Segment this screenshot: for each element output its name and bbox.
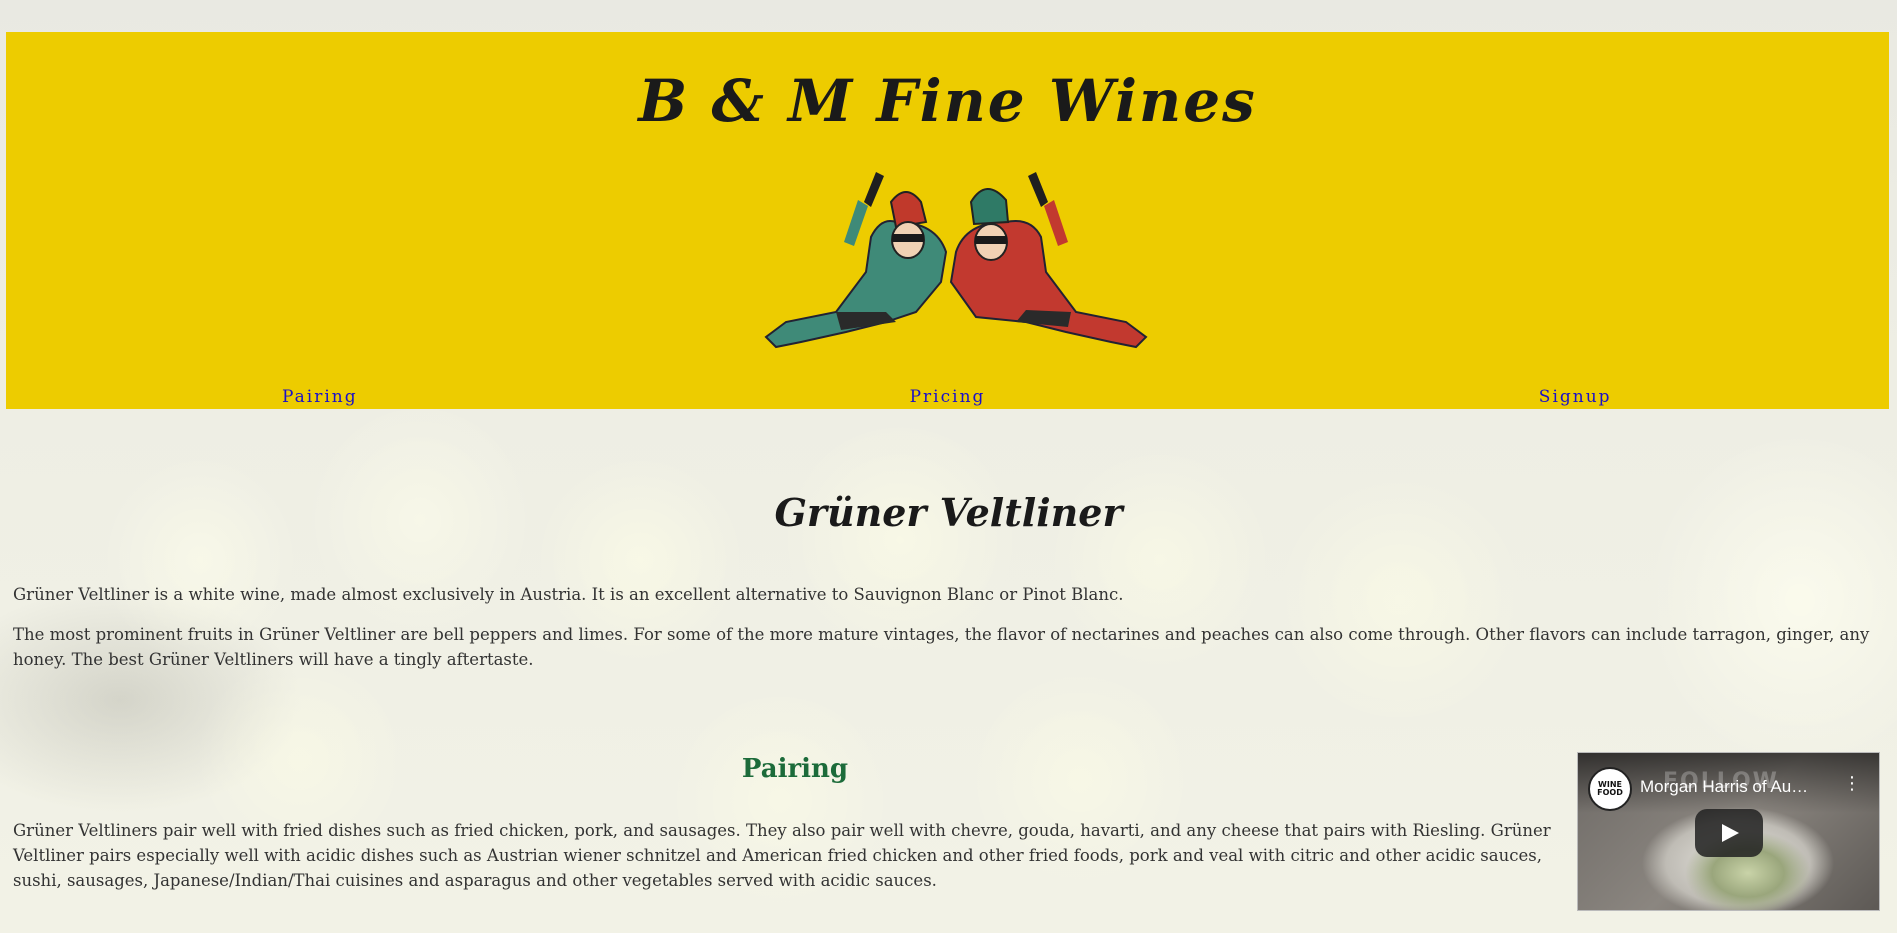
red-jester-figure bbox=[949, 172, 1148, 349]
video-title[interactable]: Morgan Harris of Au… bbox=[1640, 777, 1830, 797]
pairing-heading: Pairing bbox=[741, 754, 849, 784]
jester-pair-logo bbox=[764, 172, 1148, 349]
nav-link-signup[interactable]: Signup bbox=[1261, 387, 1889, 407]
page-title: Grüner Veltliner bbox=[774, 490, 1123, 535]
embedded-video[interactable]: FOLLOW WINE FOOD Morgan Harris of Au… ⋮ bbox=[1577, 752, 1880, 911]
site-brand: B & M Fine Wines bbox=[638, 67, 1257, 135]
main-nav: Pairing Pricing Signup bbox=[6, 387, 1889, 407]
nav-link-pricing[interactable]: Pricing bbox=[634, 387, 1262, 407]
more-vert-icon[interactable]: ⋮ bbox=[1843, 775, 1861, 793]
site-header: B & M Fine Wines Pairing Pricing Signup bbox=[6, 32, 1889, 409]
flavors-paragraph: The most prominent fruits in Grüner Velt… bbox=[13, 625, 1870, 669]
channel-logo[interactable]: WINE FOOD bbox=[1588, 767, 1632, 811]
nav-link-pairing[interactable]: Pairing bbox=[6, 387, 634, 407]
intro-paragraph: Grüner Veltliner is a white wine, made a… bbox=[13, 585, 1124, 604]
pairing-paragraph: Grüner Veltliners pair well with fried d… bbox=[13, 821, 1551, 890]
teal-jester-figure bbox=[764, 172, 948, 349]
play-icon[interactable] bbox=[1695, 809, 1763, 857]
